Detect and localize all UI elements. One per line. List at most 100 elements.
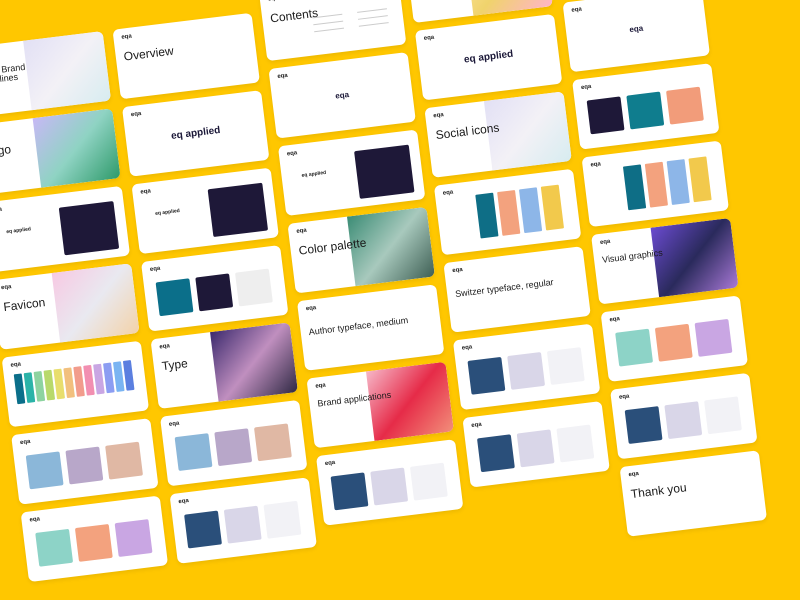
slide-title: Logo xyxy=(0,142,12,160)
brand-mark: eqa xyxy=(590,161,602,169)
logo-wordmark: eq applied xyxy=(301,169,327,179)
color-column xyxy=(518,187,543,234)
slide-card[interactable]: Visual graphics eqa xyxy=(591,217,739,305)
slide-card[interactable]: eqa eqa xyxy=(268,52,416,139)
logo-mark: eqa xyxy=(334,90,350,101)
brand-mark: eqa xyxy=(140,188,152,196)
brand-mark: eqa xyxy=(178,498,190,506)
thumbnail xyxy=(370,467,409,506)
slide-title: Contents xyxy=(269,5,319,26)
thumbnail xyxy=(654,323,693,362)
logo-mark: eqa xyxy=(628,23,644,35)
color-column xyxy=(688,156,712,203)
slide-card[interactable]: eq applied eqa xyxy=(414,13,563,101)
slide-card[interactable]: eqa xyxy=(462,401,610,488)
slide-card[interactable]: Favicon eqa xyxy=(0,263,140,350)
slide-card[interactable]: Switzer typeface, regular eqa xyxy=(443,246,591,333)
slide-card[interactable]: Overview eqa xyxy=(112,12,260,100)
brand-mark: eqa xyxy=(599,238,611,246)
slide-card[interactable]: eq applied eqa xyxy=(0,185,131,273)
gradient-panel xyxy=(51,263,140,343)
brand-mark: eqa xyxy=(305,305,317,313)
gradient-panel xyxy=(650,217,739,298)
brand-mark: eqa xyxy=(452,266,464,275)
brand-mark: eqa xyxy=(0,284,12,292)
color-column xyxy=(666,159,690,205)
brand-mark: eqa xyxy=(29,516,41,524)
slide-title: Favicon xyxy=(2,295,47,315)
color-column xyxy=(497,189,521,236)
brand-mark: eqa xyxy=(442,189,454,197)
gradient-panel xyxy=(32,108,121,188)
slide-card[interactable]: eqa xyxy=(1,340,150,428)
thumbnail xyxy=(546,347,585,386)
thumbnail xyxy=(586,96,625,135)
slide-card[interactable]: Type eqa xyxy=(150,322,298,409)
slide-title: Type xyxy=(160,356,189,374)
brand-mark: eqa xyxy=(628,471,640,479)
thumbnail xyxy=(184,510,222,549)
slide-card[interactable]: eqa xyxy=(572,63,720,150)
slide-card[interactable]: eqa xyxy=(452,323,601,411)
slide-card[interactable]: eqa xyxy=(600,295,749,382)
dark-logo-panel xyxy=(354,144,415,199)
slide-card[interactable]: eqa eqa xyxy=(562,0,711,73)
slide-card[interactable]: eqa xyxy=(20,495,169,583)
brand-guidelines-collage: Visual Brand GuidelineseqaLogoeqaeq appl… xyxy=(0,0,800,600)
color-column xyxy=(540,184,565,231)
slide-card[interactable]: eqa xyxy=(315,439,464,526)
brand-mark: eqa xyxy=(461,344,473,352)
slide-card[interactable]: Social icons eqa xyxy=(424,91,572,178)
slide-card[interactable]: eqa xyxy=(159,399,308,487)
brand-mark: eqa xyxy=(296,227,308,235)
slide-card[interactable]: Brand applications eqa xyxy=(306,361,454,449)
slide-card[interactable]: Visual Brand Guidelineseqa xyxy=(0,31,112,118)
thumbnail xyxy=(35,528,74,567)
thumbnail xyxy=(556,424,595,463)
thumbnail xyxy=(409,462,448,501)
contents-line xyxy=(358,22,389,27)
slide-card[interactable]: Contents eqa xyxy=(258,0,407,62)
thumbnail xyxy=(615,328,654,367)
slide-card[interactable]: Thank you eqa xyxy=(619,450,768,537)
slide-card[interactable]: eqa xyxy=(433,168,582,256)
slide-card[interactable]: eq applied eqa xyxy=(131,167,279,255)
slide-card[interactable]: eqa xyxy=(610,372,758,460)
thumbnail xyxy=(234,268,273,307)
brand-mark: eqa xyxy=(268,0,279,3)
brand-mark: eqa xyxy=(159,343,171,351)
thumbnail xyxy=(476,434,515,473)
slide-card[interactable]: eqa xyxy=(11,418,159,505)
color-column xyxy=(622,164,647,211)
thumbnail xyxy=(114,519,153,557)
slide-card[interactable]: eq applied eqa xyxy=(121,90,270,177)
color-swatch xyxy=(122,360,135,391)
contents-line xyxy=(313,20,344,26)
thumbnail xyxy=(467,356,506,395)
brand-mark: eqa xyxy=(324,459,336,468)
brand-mark: eqa xyxy=(149,265,161,274)
thumbnail xyxy=(223,505,262,544)
slide-card[interactable]: Author typeface, medium eqa xyxy=(296,284,445,371)
slide-card[interactable]: Logoeqa xyxy=(0,108,121,195)
thumbnail xyxy=(516,429,555,468)
thumbnail xyxy=(624,406,663,444)
brand-mark: eqa xyxy=(0,206,3,214)
slide-card[interactable]: eq applied eqa xyxy=(277,129,426,217)
brand-mark: eqa xyxy=(286,150,298,158)
brand-mark: eqa xyxy=(571,6,583,14)
contents-line xyxy=(314,27,345,33)
dark-logo-panel xyxy=(207,182,269,238)
color-column xyxy=(475,192,499,239)
contents-line xyxy=(357,8,388,13)
gradient-panel xyxy=(210,322,298,402)
slide-title: Author typeface, medium xyxy=(308,314,409,338)
slide-card[interactable]: Color palette eqa xyxy=(287,206,435,294)
slide-card[interactable]: eqa xyxy=(581,140,730,228)
thumbnail xyxy=(214,428,253,467)
slide-card[interactable]: eqa xyxy=(140,245,289,332)
brand-mark: eqa xyxy=(423,34,435,42)
slide-card[interactable]: eqa xyxy=(169,477,317,564)
thumbnail xyxy=(105,441,143,480)
brand-mark: eqa xyxy=(121,33,133,41)
